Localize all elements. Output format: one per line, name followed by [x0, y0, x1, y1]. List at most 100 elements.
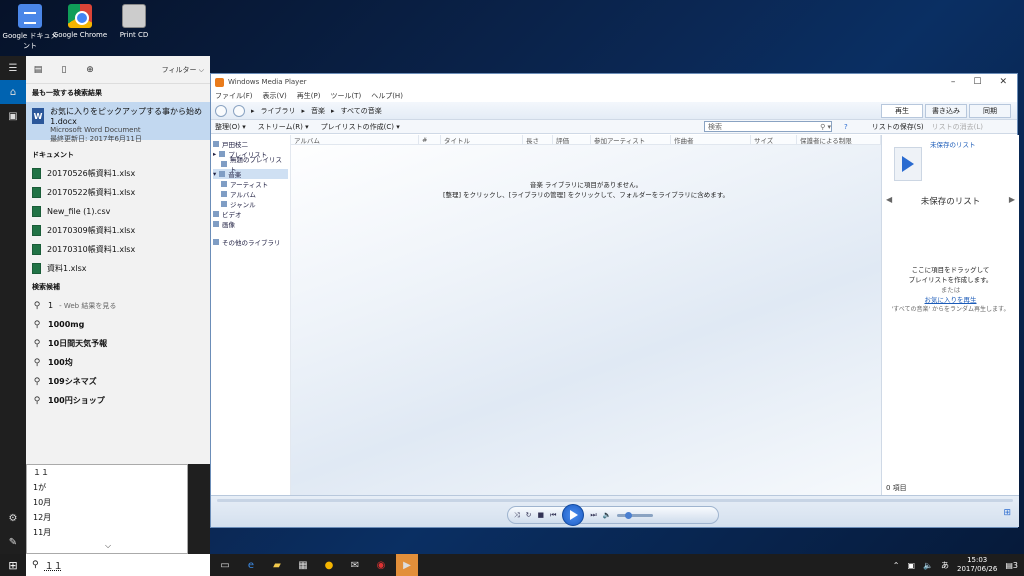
suggestion-item[interactable]: ⚲ 1000mg: [26, 315, 210, 334]
clear-list-button[interactable]: リストの消去(L): [932, 122, 983, 132]
breadcrumb-all-music[interactable]: すべての音楽: [341, 106, 382, 116]
feedback-icon[interactable]: ✎: [0, 532, 26, 552]
tab-burn[interactable]: 書き込み: [925, 104, 967, 118]
notification-center-icon[interactable]: ▤3: [1005, 561, 1018, 570]
volume-slider[interactable]: [617, 511, 654, 519]
speaker-icon[interactable]: 🔈: [923, 561, 933, 570]
column-length[interactable]: 長さ: [523, 135, 553, 145]
desktop-icon-chrome[interactable]: Google Chrome: [50, 4, 110, 39]
create-playlist-menu[interactable]: プレイリストの作成(C) ▾: [321, 122, 400, 132]
switch-view-icon[interactable]: ⊞: [1003, 508, 1011, 518]
clock[interactable]: 15:03 2017/06/26: [957, 556, 997, 574]
web-filter-icon[interactable]: ⊕: [84, 64, 96, 76]
maximize-icon[interactable]: ☐: [973, 77, 981, 87]
document-item[interactable]: 20170526帳資料1.xlsx: [26, 164, 210, 183]
document-item[interactable]: 20170522帳資料1.xlsx: [26, 183, 210, 202]
library-search-input[interactable]: 検索 ⚲ ▾: [704, 121, 832, 132]
document-item[interactable]: 20170309帳資料1.xlsx: [26, 221, 210, 240]
hamburger-icon[interactable]: ☰: [0, 56, 26, 80]
menu-tools[interactable]: ツール(T): [330, 91, 361, 101]
settings-icon[interactable]: ⚙: [0, 508, 26, 528]
column-artist[interactable]: 参加アーティスト: [591, 135, 671, 145]
mail-icon[interactable]: ✉: [344, 554, 366, 576]
play-button[interactable]: [562, 504, 585, 526]
tab-sync[interactable]: 同期: [969, 104, 1011, 118]
save-list-button[interactable]: リストの保存(S): [872, 122, 924, 132]
filter-dropdown[interactable]: フィルター ⌵: [162, 65, 204, 75]
close-icon[interactable]: ✕: [999, 77, 1007, 87]
task-view-icon[interactable]: ▭: [214, 554, 236, 576]
breadcrumb-library[interactable]: ライブラリ: [261, 106, 296, 116]
suggestion-item[interactable]: ⚲ 10日間天気予報: [26, 334, 210, 353]
column-rating[interactable]: 評価: [553, 135, 591, 145]
wmp-taskbar-icon[interactable]: ▶: [396, 554, 418, 576]
tree-genre[interactable]: ジャンル: [213, 199, 288, 209]
arrow-right-icon[interactable]: ▶: [1009, 195, 1015, 204]
column-album[interactable]: アルバム: [291, 135, 419, 145]
tree-video[interactable]: ビデオ: [213, 209, 288, 219]
best-match-result[interactable]: W お気に入りをピックアップする事から始め1.docx Microsoft Wo…: [26, 102, 210, 143]
chevron-down-icon[interactable]: ⌵: [105, 541, 111, 551]
search-icon[interactable]: ⚲ ▾: [820, 123, 831, 131]
web-suggestion[interactable]: ⚲ 1 - Web 結果を見る: [26, 296, 210, 315]
column-composer[interactable]: 作曲者: [671, 135, 751, 145]
ime-candidate[interactable]: 1が: [27, 480, 187, 495]
desktop-icon-print-cd[interactable]: Print CD: [104, 4, 164, 39]
chrome-taskbar-icon[interactable]: ●: [318, 554, 340, 576]
suggestion-item[interactable]: ⚲ 100円ショップ: [26, 391, 210, 410]
stop-icon[interactable]: ■: [537, 511, 544, 519]
network-icon[interactable]: ▣: [907, 561, 915, 570]
volume-icon[interactable]: 🔈: [603, 511, 612, 519]
column-size[interactable]: サイズ: [751, 135, 797, 145]
document-item[interactable]: New_file (1).csv: [26, 202, 210, 221]
stream-menu[interactable]: ストリーム(R) ▾: [258, 122, 309, 132]
play-favorites-link[interactable]: お気に入りを再生: [882, 295, 1019, 305]
column-number[interactable]: #: [419, 135, 441, 144]
ime-candidate[interactable]: 12月: [27, 510, 187, 525]
tree-untitled-playlist[interactable]: 無題のプレイリスト: [213, 156, 288, 174]
tree-pictures[interactable]: 画像: [213, 219, 288, 229]
menu-play[interactable]: 再生(P): [297, 91, 321, 101]
breadcrumb-music[interactable]: 音楽: [311, 106, 325, 116]
menu-view[interactable]: 表示(V): [263, 91, 287, 101]
suggestion-item[interactable]: ⚲ 100均: [26, 353, 210, 372]
apps-filter-icon[interactable]: ▤: [32, 64, 44, 76]
forward-button[interactable]: [233, 104, 245, 117]
expand-icon[interactable]: ▸: [213, 150, 216, 158]
menu-file[interactable]: ファイル(F): [215, 91, 253, 101]
organize-menu[interactable]: 整理(O) ▾: [215, 122, 246, 132]
ime-mode-indicator[interactable]: あ: [941, 560, 949, 571]
tab-play[interactable]: 再生: [881, 104, 923, 118]
next-icon[interactable]: ⏭: [590, 511, 596, 520]
home-icon[interactable]: ⌂: [0, 80, 26, 104]
taskbar-search-box[interactable]: ⚲ １１: [26, 554, 210, 576]
previous-icon[interactable]: ⏮: [550, 511, 556, 520]
edge-icon[interactable]: e: [240, 554, 262, 576]
suggestion-item[interactable]: ⚲ 109シネマズ: [26, 372, 210, 391]
security-app-icon[interactable]: ◉: [370, 554, 392, 576]
chevron-up-icon[interactable]: ⌃: [893, 561, 900, 570]
store-icon[interactable]: ▦: [292, 554, 314, 576]
ime-candidate[interactable]: １１: [27, 465, 187, 480]
repeat-icon[interactable]: ↻: [526, 511, 532, 519]
notebook-icon[interactable]: ▣: [0, 104, 26, 128]
help-icon[interactable]: ?: [844, 123, 848, 131]
column-title[interactable]: タイトル: [441, 135, 523, 145]
back-button[interactable]: [215, 104, 227, 117]
tree-user[interactable]: 戸田枝二: [213, 139, 288, 149]
column-parental-rating[interactable]: 保護者による制限: [797, 135, 881, 145]
document-item[interactable]: 資料1.xlsx: [26, 259, 210, 278]
shuffle-icon[interactable]: ⤨: [514, 511, 520, 520]
documents-filter-icon[interactable]: ▯: [58, 64, 70, 76]
tree-other-libraries[interactable]: その他のライブラリ: [213, 237, 288, 247]
file-explorer-icon[interactable]: ▰: [266, 554, 288, 576]
ime-candidate[interactable]: 11月: [27, 525, 187, 540]
start-button[interactable]: ⊞: [0, 554, 26, 576]
tree-album[interactable]: アルバム: [213, 189, 288, 199]
unsaved-list-link[interactable]: 未保存のリスト: [930, 139, 976, 149]
menu-help[interactable]: ヘルプ(H): [371, 91, 403, 101]
minimize-icon[interactable]: –: [951, 77, 956, 87]
document-item[interactable]: 20170310帳資料1.xlsx: [26, 240, 210, 259]
tree-artist[interactable]: アーティスト: [213, 179, 288, 189]
collapse-icon[interactable]: ▾: [213, 170, 216, 178]
